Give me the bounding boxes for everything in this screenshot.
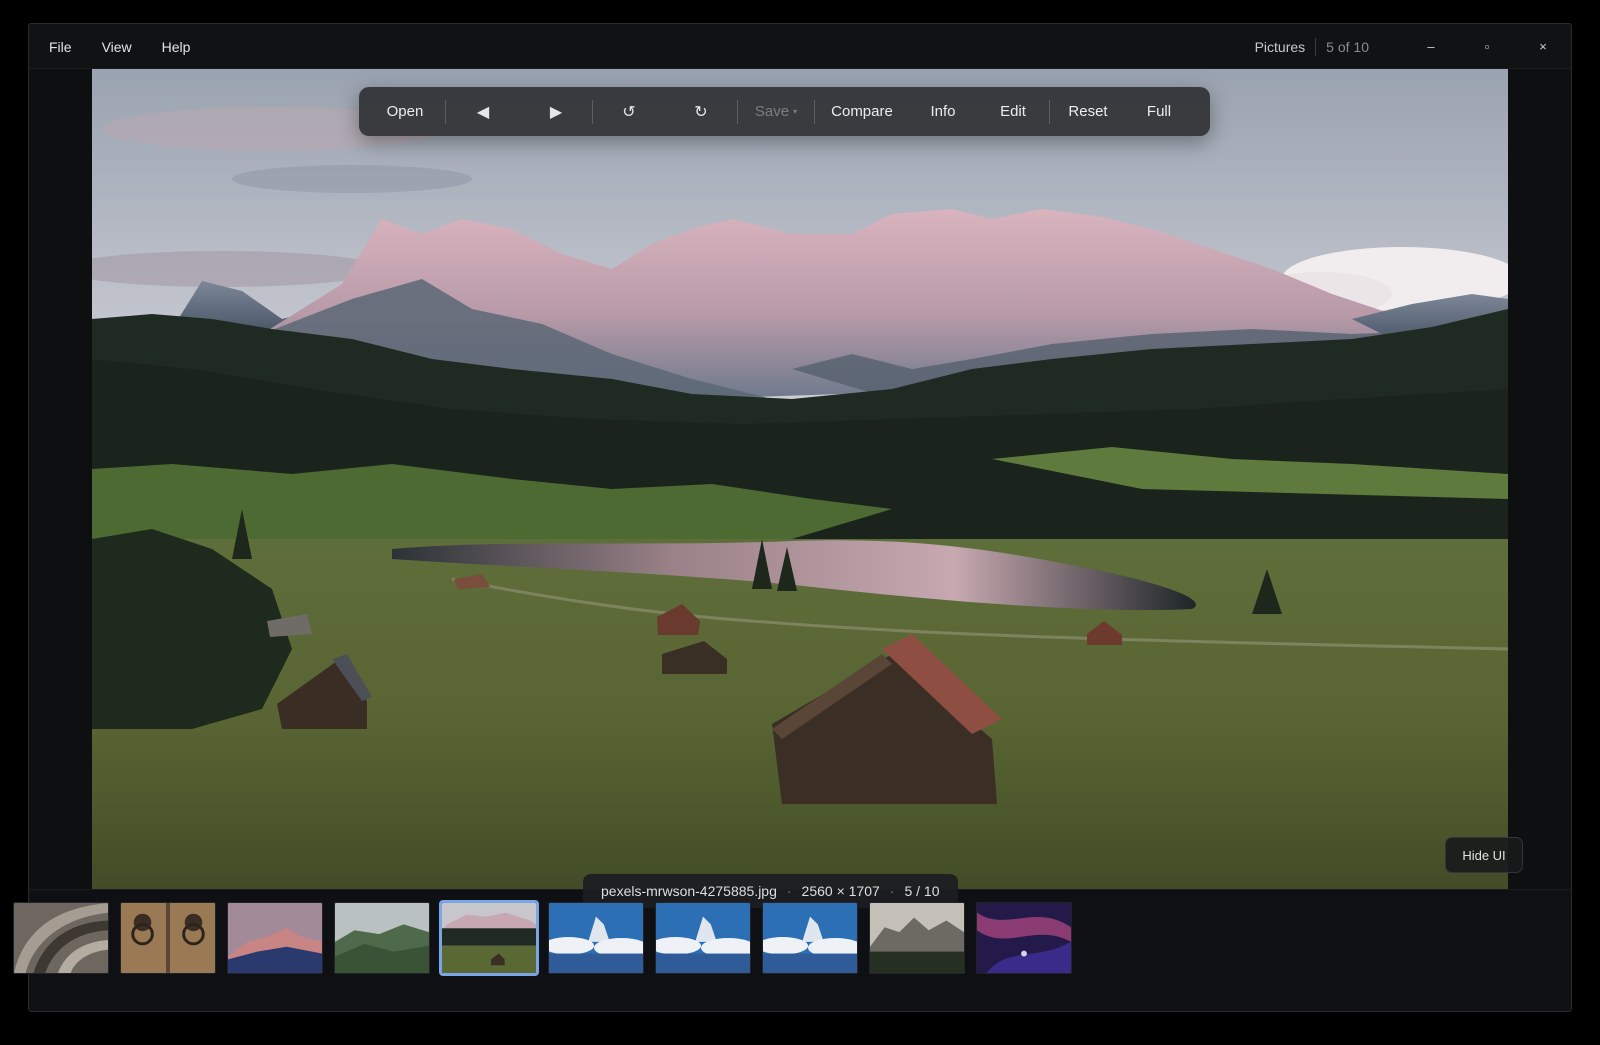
edit-button[interactable]: Edit [977, 87, 1049, 136]
rotate-right-button[interactable]: ↻ [665, 87, 737, 136]
thumbnail-abstract-purple[interactable] [976, 902, 1072, 974]
image-position: 5 of 10 [1326, 38, 1369, 55]
title-area: Pictures 5 of 10 – ▫ × [1255, 24, 1571, 69]
thumbnail-strip [13, 900, 1072, 976]
thumbnail-misty-forest-hills[interactable] [334, 902, 430, 974]
info-separator: · [889, 883, 895, 899]
file-name: pexels-mrwson-4275885.jpg [601, 883, 777, 899]
info-separator: · [786, 883, 792, 899]
previous-arrow-icon: ◀ [476, 103, 490, 121]
floating-toolbar: Open ◀ ▶ ↺ ↻ Save ▾ Compare Info Edit Re… [359, 87, 1210, 136]
image-viewer-window: File View Help Pictures 5 of 10 – ▫ × Op… [28, 23, 1572, 1012]
fullscreen-button[interactable]: Full [1126, 87, 1192, 136]
rotate-left-button[interactable]: ↺ [593, 87, 665, 136]
next-button[interactable]: ▶ [520, 87, 592, 136]
rotate-right-icon: ↻ [694, 103, 708, 121]
thumbnail-pink-mountain[interactable] [227, 902, 323, 974]
menu-view[interactable]: View [90, 33, 144, 61]
menu-bar: File View Help [37, 24, 208, 69]
thumbnail-matterhorn-clouds-1[interactable] [548, 902, 644, 974]
thumbnail-rocky-peaks[interactable] [869, 902, 965, 974]
open-button[interactable]: Open [365, 87, 445, 136]
title-bar: File View Help Pictures 5 of 10 – ▫ × [29, 24, 1571, 69]
folder-title: Pictures [1254, 38, 1306, 55]
image-dimensions: 2560 × 1707 [801, 883, 880, 899]
reset-button[interactable]: Reset [1050, 87, 1126, 136]
close-button[interactable]: × [1515, 24, 1571, 69]
chevron-down-icon: ▾ [793, 107, 798, 116]
hide-ui-button[interactable]: Hide UI [1445, 837, 1523, 873]
compare-button[interactable]: Compare [815, 87, 909, 136]
thumbnail-matterhorn-clouds-2[interactable] [655, 902, 751, 974]
next-arrow-icon: ▶ [549, 103, 563, 121]
thumbnail-alpine-meadow-huts[interactable] [439, 900, 539, 976]
close-icon: × [1539, 39, 1547, 54]
image-index: 5 / 10 [904, 883, 940, 899]
info-button[interactable]: Info [909, 87, 977, 136]
previous-button[interactable]: ◀ [446, 87, 520, 136]
minimize-icon: – [1427, 39, 1435, 54]
thumbnail-matterhorn-clouds-3[interactable] [762, 902, 858, 974]
menu-file[interactable]: File [37, 33, 84, 61]
minimize-button[interactable]: – [1403, 24, 1459, 69]
main-image [92, 69, 1508, 906]
rotate-left-icon: ↺ [622, 103, 636, 121]
maximize-icon: ▫ [1484, 39, 1490, 54]
image-canvas[interactable]: Open ◀ ▶ ↺ ↻ Save ▾ Compare Info Edit Re… [92, 69, 1508, 906]
thumbnail-stone-arches[interactable] [13, 902, 109, 974]
thumbnail-door-knockers[interactable] [120, 902, 216, 974]
save-button[interactable]: Save ▾ [738, 87, 814, 136]
maximize-button[interactable]: ▫ [1459, 24, 1515, 69]
save-label: Save [754, 103, 790, 120]
menu-help[interactable]: Help [150, 33, 203, 61]
